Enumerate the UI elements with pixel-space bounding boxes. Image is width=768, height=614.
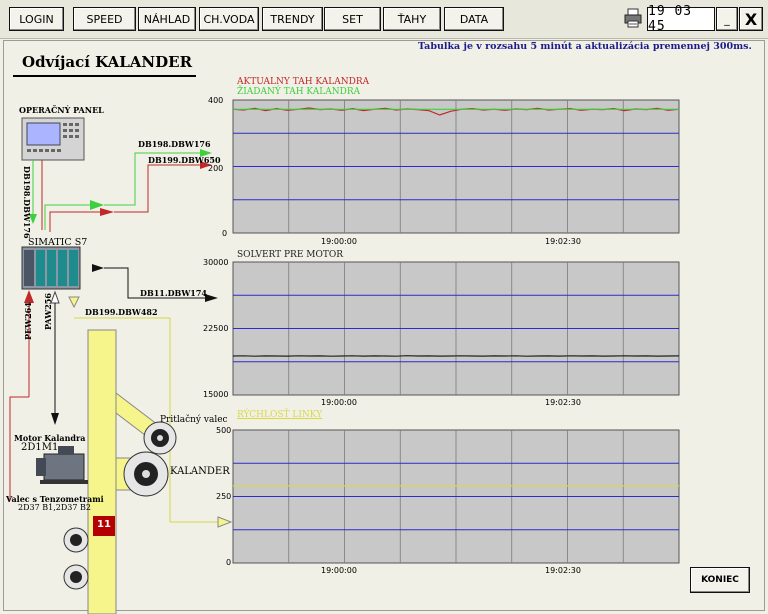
nahlad-button[interactable]: NÁHLAD (138, 7, 196, 31)
db199-482-label: DB199.DBW482 (85, 307, 158, 317)
toolbar: LOGIN SPEED NÁHLAD CH.VODA TRENDY SET ŤA… (0, 0, 768, 39)
close-button[interactable]: X (739, 7, 763, 31)
chart1-y-tick-bottom: 0 (222, 229, 228, 238)
pressure-roll-icon (143, 421, 177, 455)
simatic-label: SIMATIC S7 (28, 237, 88, 248)
calender-label: KALANDER (170, 466, 230, 477)
trendy-button[interactable]: TRENDY (262, 7, 323, 31)
title-underline (13, 75, 196, 77)
chart3-series1-title: RÝCHLOSŤ LINKY (237, 410, 323, 420)
chart1-series2-title: ŽIADANÝ TAH KALANDRA (237, 87, 361, 97)
chart1-x-tick-2: 19:02:30 (545, 237, 581, 246)
roll-ids-label: 2D37 B1,2D37 B2 (18, 503, 91, 512)
page-title: Odvíjací KALANDER (22, 53, 193, 71)
db11-label: DB11.DBW174 (140, 288, 207, 298)
chart1-y-tick-top: 400 (208, 96, 224, 105)
tensometer-roll-icon (63, 527, 89, 590)
speed-button[interactable]: SPEED (73, 7, 136, 31)
content-frame (3, 40, 765, 611)
ch-voda-button[interactable]: CH.VODA (199, 7, 259, 31)
printer-icon[interactable] (623, 8, 643, 28)
chart2-x-tick-2: 19:02:30 (545, 398, 581, 407)
chart2-series1-title: SOLVERT PRE MOTOR (237, 250, 344, 260)
paw-label: PAW256 (43, 293, 53, 330)
set-button[interactable]: SET (324, 7, 381, 31)
login-button[interactable]: LOGIN (9, 7, 64, 31)
chart3-y-tick-mid: 250 (216, 492, 232, 501)
chart3-y-tick-top: 500 (216, 426, 232, 435)
chart2-y-tick-top: 30000 (203, 258, 229, 267)
chart2-y-tick-bottom: 15000 (203, 390, 229, 399)
chart3-y-tick-bottom: 0 (226, 558, 232, 567)
chart1-series-1-line (232, 107, 680, 116)
chart2-y-tick-mid: 22500 (203, 324, 229, 333)
db198-label: DB198.DBW176 (138, 139, 211, 149)
db198-vertical-label: DB198.DBW176 (22, 166, 32, 239)
pressure-roll-label: Pritlačný valec (160, 415, 228, 425)
motor-id-label: 2D1M1 (21, 442, 59, 453)
chart3-plot-area (232, 429, 680, 564)
chart2-series-1-line (232, 355, 680, 357)
chart1-series1-title: AKTUALNY TAH KALANDRA (237, 77, 370, 87)
chart3-x-tick-1: 19:00:00 (321, 566, 357, 575)
pew-label: PEW264 (23, 302, 33, 340)
minimize-button[interactable]: _ (716, 7, 738, 31)
chart1-y-tick-mid: 200 (208, 164, 224, 173)
chart2-plot-area (232, 261, 680, 396)
operator-panel-icon (21, 117, 85, 161)
simatic-s7-icon (21, 246, 81, 290)
clock-display: 19 03 45 (647, 4, 715, 34)
badge-number: 11 (97, 519, 111, 530)
chart1-plot-area (232, 99, 680, 234)
info-text: Tabulka je v rozsahu 5 minút a aktualizá… (418, 41, 752, 52)
chart3-x-tick-2: 19:02:30 (545, 566, 581, 575)
calender-roll-icon (123, 451, 169, 497)
tahy-button[interactable]: ŤAHY (383, 7, 441, 31)
data-button[interactable]: DATA (444, 7, 504, 31)
operator-panel-label: OPERAČNÝ PANEL (19, 105, 104, 115)
chart1-x-tick-1: 19:00:00 (321, 237, 357, 246)
koniec-button[interactable]: KONIEC (690, 567, 750, 593)
chart2-x-tick-1: 19:00:00 (321, 398, 357, 407)
